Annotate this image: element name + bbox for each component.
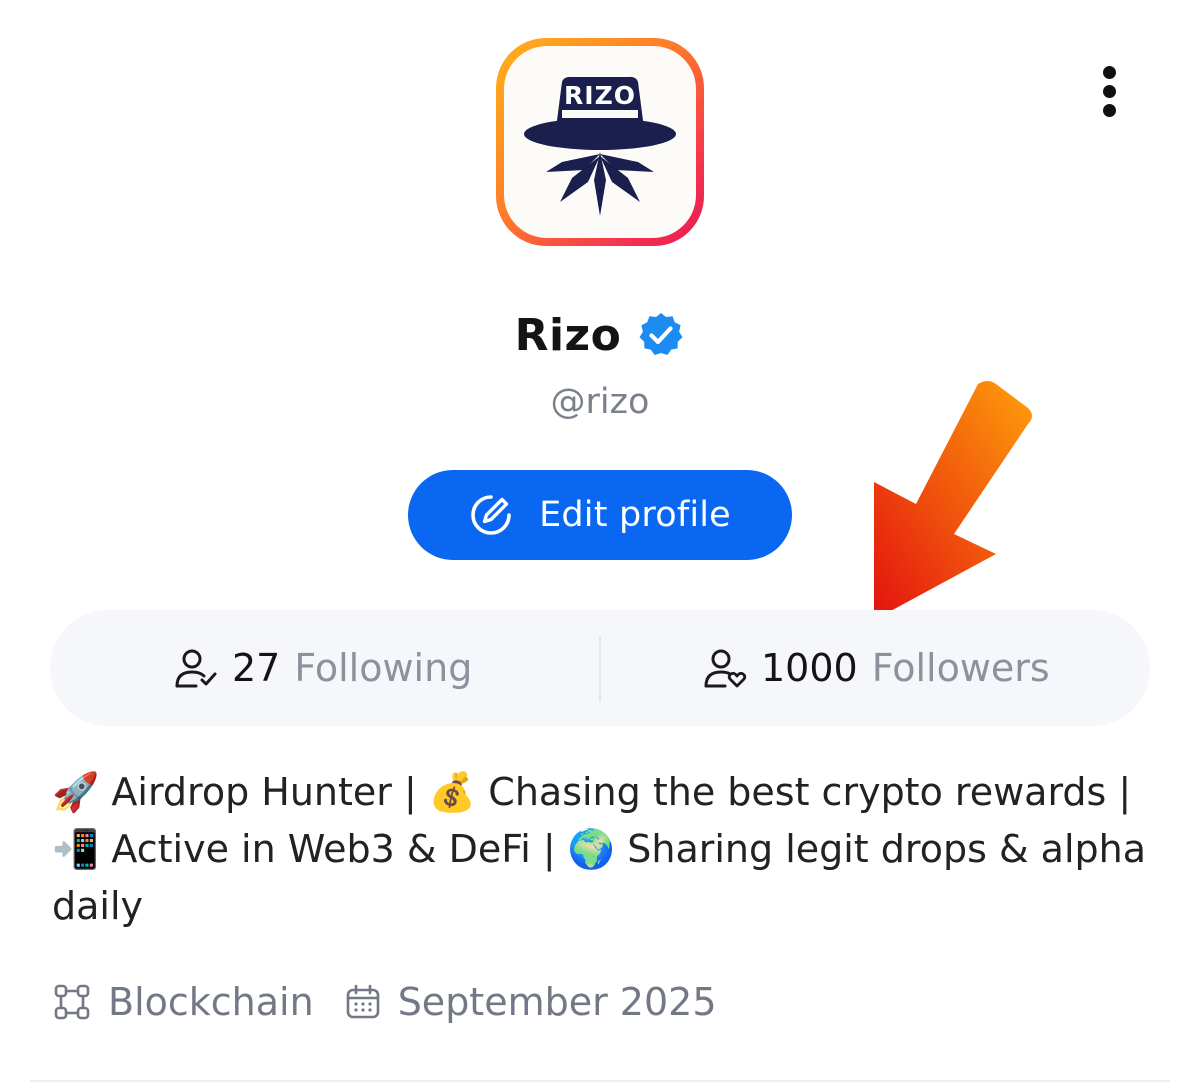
profile-meta: Blockchain September 2025 (52, 972, 747, 1032)
calendar-icon (346, 984, 379, 1019)
edit-profile-label: Edit profile (539, 495, 731, 535)
more-vertical-icon-dot (1103, 85, 1116, 98)
profile-avatar[interactable]: RIZO (496, 38, 704, 246)
user-check-icon (175, 649, 217, 688)
bio-text: Active in Web3 & DeFi | (99, 827, 568, 871)
bio-text: Chasing the best crypto rewards | (476, 770, 1132, 814)
verified-badge-icon (639, 313, 683, 355)
hat-logo-icon: RIZO (524, 76, 676, 216)
pointer-arrow-icon (874, 381, 1032, 620)
rocket-icon: 🚀 (52, 770, 100, 814)
following-label: Following (294, 646, 473, 690)
section-divider (30, 1080, 1170, 1082)
more-vertical-icon-dot (1103, 104, 1116, 117)
profile-name: Rizo (514, 309, 622, 361)
following-stat[interactable]: 27 Following (174, 610, 472, 726)
more-options-button[interactable] (1090, 62, 1130, 122)
avatar-text: RIZO (564, 81, 636, 110)
category-item: Blockchain (52, 980, 314, 1024)
mobile-arrow-icon: 📲 (52, 827, 100, 871)
bio-text: Airdrop Hunter | (99, 770, 429, 814)
money-bag-icon: 💰 (428, 770, 477, 814)
profile-bio: 🚀 Airdrop Hunter | 💰 Chasing the best cr… (52, 764, 1162, 935)
followers-count: 1000 (761, 646, 858, 690)
follow-stats-bar: 27 Following 1000 Followers (50, 610, 1150, 726)
pencil-circle-icon (471, 495, 511, 535)
nodes-icon (54, 984, 90, 1020)
followers-label: Followers (871, 646, 1050, 690)
edit-profile-button[interactable]: Edit profile (408, 470, 792, 560)
followers-stat[interactable]: 1000 Followers (703, 610, 1050, 726)
profile-name-row: Rizo (0, 302, 1200, 368)
more-vertical-icon (1103, 66, 1116, 79)
joined-date: September 2025 (397, 980, 717, 1024)
avatar-image: RIZO (504, 46, 696, 238)
category-label: Blockchain (108, 980, 314, 1024)
globe-icon: 🌍 (567, 827, 616, 871)
stats-divider (599, 636, 601, 702)
user-heart-icon (704, 649, 747, 688)
joined-item: September 2025 (344, 980, 717, 1024)
following-count: 27 (232, 646, 281, 690)
